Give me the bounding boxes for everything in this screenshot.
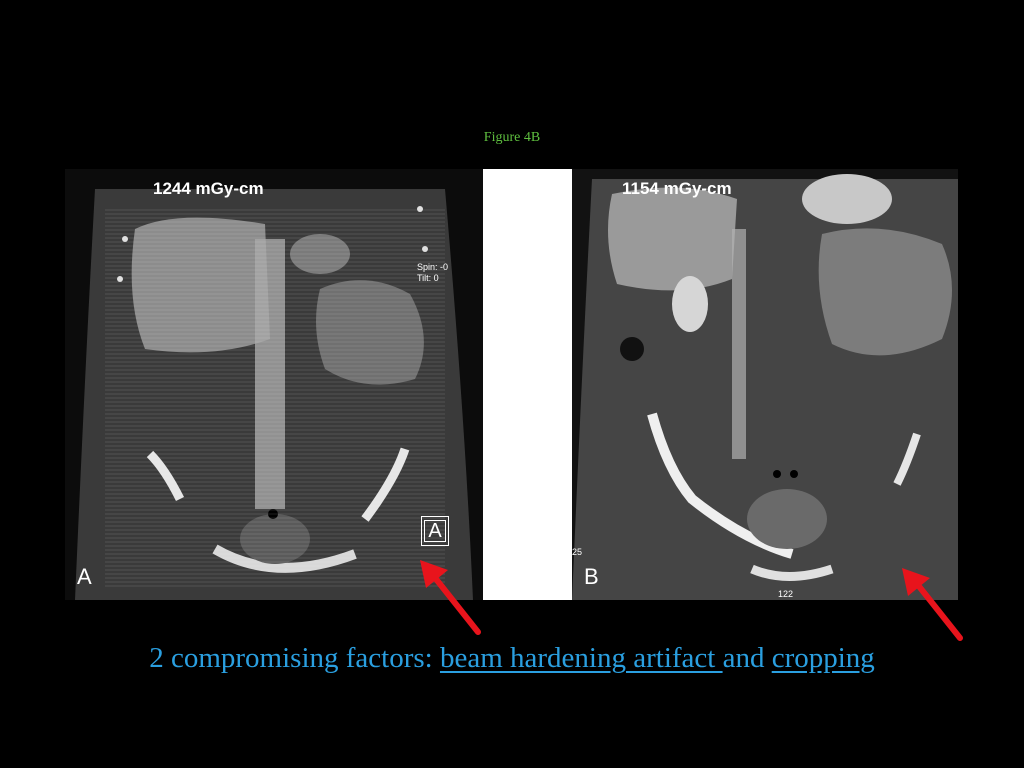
ct-image-b (572, 169, 958, 600)
slide: Figure 4B 1244 mGy-cm Spin: -0 Tilt: 0 A… (0, 0, 1024, 768)
panel-letter-a: A (77, 564, 92, 589)
caption-conjunction: and (722, 642, 772, 674)
dose-label-b: 1154 mGy-cm (622, 179, 732, 198)
caption-lead: 2 compromising factors: (149, 642, 440, 674)
panel-letter-b: B (584, 564, 599, 589)
spin-label: Spin: -0 (417, 262, 449, 272)
figure-title: Figure 4B (483, 130, 541, 145)
caption: 2 compromising factors: beam hardening a… (0, 642, 1024, 675)
caption-factor-cropping: cropping (771, 642, 875, 674)
dose-label-a: 1244 mGy-cm (153, 179, 264, 198)
side-label-b: 25 (572, 547, 583, 557)
caption-factor-beam-hardening: beam hardening artifact (439, 642, 723, 674)
tilt-label: Tilt: 0 (417, 273, 439, 283)
boxed-letter-a: A (421, 516, 449, 546)
boxed-letter-a-text: A (424, 520, 446, 542)
ct-panel-a: 1244 mGy-cm Spin: -0 Tilt: 0 A A (65, 169, 483, 600)
ct-panel-b: 1154 mGy-cm 25 122 B (572, 169, 958, 600)
bottom-label-b: 122 (778, 589, 794, 599)
ct-figure: 1244 mGy-cm Spin: -0 Tilt: 0 A A 1154 mG… (65, 169, 958, 600)
